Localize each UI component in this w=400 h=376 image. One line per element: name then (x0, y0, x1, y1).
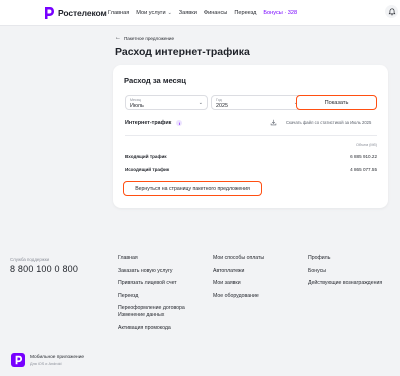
support-caption: Служба поддержки (10, 257, 50, 262)
month-select[interactable]: Месяц Июль ⌄ (125, 95, 208, 110)
support-phone[interactable]: 8 800 100 0 800 (10, 264, 78, 274)
arrow-left-icon: ← (115, 35, 121, 41)
divider (125, 135, 377, 136)
footer-link[interactable]: Изменение данных (118, 312, 185, 325)
download-stats-label: Скачать файл со статистикой за Июль 2025 (286, 120, 372, 125)
footer-column-services: Главная Заказать новую услугу Привязать … (118, 255, 185, 338)
bell-icon (388, 7, 395, 15)
year-select-value: 2025 (216, 102, 228, 109)
footer-link[interactable]: Мои способы оплаты (213, 255, 264, 268)
brand-logo[interactable]: Ростелеком (43, 6, 107, 20)
download-icon (270, 119, 277, 126)
download-stats-link[interactable]: Скачать файл со статистикой за Июль 2025 (270, 119, 371, 126)
app-subtitle: Для iOS и Android (30, 361, 62, 366)
footer-column-finance: Мои способы оплаты Автоплатежи Мои заявк… (213, 255, 264, 305)
main-nav: Главная Мои услуги ⌄ Заявки Финансы Пере… (108, 10, 304, 16)
year-select[interactable]: Год 2025 ⌄ (211, 95, 303, 110)
app-title: Мобильное приложение (30, 354, 85, 360)
return-to-package-button[interactable]: Вернуться на страницу пакетного предложе… (123, 181, 262, 196)
incoming-value: 6 885 910.22 (350, 154, 377, 159)
footer-link[interactable]: Переезд (118, 293, 185, 306)
nav-item-requests[interactable]: Заявки (179, 10, 197, 16)
page-title: Расход интернет-трафика (115, 46, 250, 58)
nav-item-bonus[interactable]: Бонусы · 328 (263, 10, 297, 16)
volume-column-caption: Объем (Мб) (355, 143, 377, 147)
footer-link[interactable]: Привязать лицевой счет (118, 280, 185, 293)
footer-column-profile: Профиль Бонусы Действующие вознаграждени… (308, 255, 382, 293)
chevron-down-icon[interactable]: ⌄ (168, 10, 172, 16)
notifications-button[interactable] (385, 5, 398, 18)
back-link-label: Пакетное предложение (124, 35, 175, 41)
footer-link[interactable]: Мое оборудование (213, 293, 264, 306)
footer-link[interactable]: Бонусы (308, 268, 382, 281)
nav-item-home[interactable]: Главная (108, 10, 129, 16)
footer-link[interactable]: Активация промокода (118, 325, 185, 338)
footer-link[interactable]: Переоформление договора (118, 305, 185, 312)
footer-link[interactable]: Главная (118, 255, 185, 268)
traffic-card: Расход за месяц Месяц Июль ⌄ Год 2025 ⌄ … (113, 65, 388, 208)
show-button[interactable]: Показать (296, 95, 377, 110)
outgoing-label: Исходящий трафик (125, 167, 170, 172)
footer: Служба поддержки 8 800 100 0 800 Главная… (0, 243, 400, 376)
traffic-label-text: Интернет-трафик (125, 120, 172, 126)
footer-link[interactable]: Заказать новую услугу (118, 268, 185, 281)
top-header: Ростелеком Главная Мои услуги ⌄ Заявки Ф… (0, 0, 400, 26)
traffic-row-incoming: Входящий трафик 6 885 910.22 (125, 154, 377, 159)
nav-item-relocation[interactable]: Переезд (234, 10, 256, 16)
back-link[interactable]: ← Пакетное предложение (115, 35, 174, 41)
app-logo-icon (11, 353, 25, 367)
year-select-label: Год (216, 97, 222, 102)
nav-item-my-services[interactable]: Мои услуги (136, 10, 165, 16)
month-select-value: Июль (130, 102, 144, 109)
info-icon[interactable]: i (176, 120, 183, 126)
nav-item-finance[interactable]: Финансы (204, 10, 227, 16)
traffic-section-label: Интернет-трафик i (125, 120, 183, 126)
brand-name: Ростелеком (58, 8, 107, 18)
chevron-down-icon: ⌄ (198, 100, 203, 106)
mobile-app-link[interactable]: Мобильное приложение Для iOS и Android (11, 353, 84, 367)
footer-link[interactable]: Действующие вознаграждения (308, 280, 382, 293)
footer-link[interactable]: Мои заявки (213, 280, 264, 293)
incoming-label: Входящий трафик (125, 154, 167, 159)
card-title: Расход за месяц (124, 76, 186, 85)
rostelecom-logo-icon (43, 6, 55, 20)
traffic-row-outgoing: Исходящий трафик 4 865 077.55 (125, 167, 377, 172)
month-select-label: Месяц (130, 97, 141, 102)
footer-link[interactable]: Профиль (308, 255, 382, 268)
app-text: Мобильное приложение Для iOS и Android (30, 355, 84, 366)
outgoing-value: 4 865 077.55 (350, 167, 377, 172)
footer-link[interactable]: Автоплатежи (213, 268, 264, 281)
